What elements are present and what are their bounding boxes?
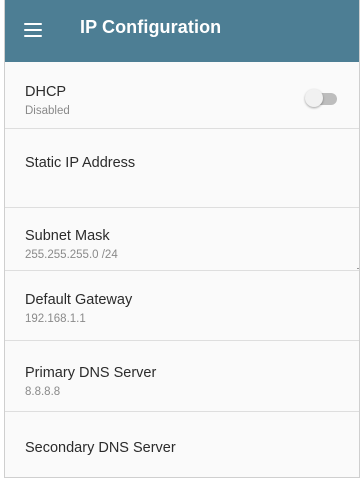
setting-row-primary-dns-server[interactable]: Primary DNS Server 8.8.8.8: [5, 341, 359, 412]
hamburger-menu-icon[interactable]: [24, 23, 42, 38]
setting-label: Default Gateway: [25, 292, 133, 308]
setting-label: Subnet Mask: [25, 228, 110, 244]
ip-configuration-screen: IP Configuration DHCP Disabled Static IP…: [4, 0, 360, 478]
setting-value: Disabled: [25, 105, 70, 117]
dhcp-toggle-switch[interactable]: [305, 88, 341, 110]
setting-row-static-ip-address[interactable]: Static IP Address: [5, 129, 359, 208]
setting-value: 192.168.1.1: [25, 313, 86, 325]
page-title: IP Configuration: [80, 17, 222, 37]
scroll-edge-indicator: [357, 268, 359, 269]
setting-label: DHCP: [25, 84, 67, 100]
toggle-thumb: [305, 89, 323, 107]
setting-value: 255.255.255.0 /24: [25, 249, 118, 261]
setting-value: 8.8.8.8: [25, 386, 61, 398]
setting-label: Static IP Address: [25, 155, 136, 171]
setting-label: Secondary DNS Server: [25, 440, 176, 456]
setting-row-default-gateway[interactable]: Default Gateway 192.168.1.1: [5, 271, 359, 341]
setting-row-secondary-dns-server[interactable]: Secondary DNS Server: [5, 412, 359, 477]
setting-label: Primary DNS Server: [25, 365, 157, 381]
setting-row-subnet-mask[interactable]: Subnet Mask 255.255.255.0 /24: [5, 208, 359, 271]
app-bar: IP Configuration: [5, 0, 359, 62]
